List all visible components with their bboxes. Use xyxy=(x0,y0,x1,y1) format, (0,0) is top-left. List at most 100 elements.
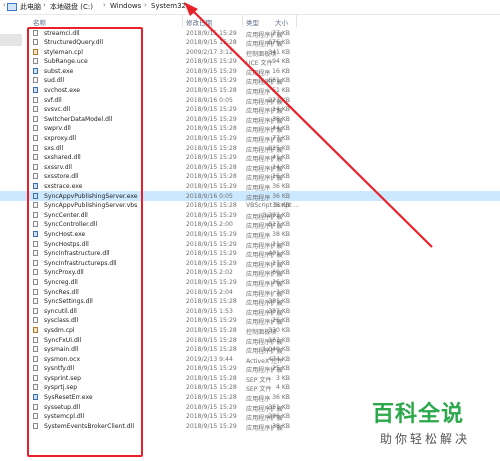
file-row[interactable]: sysdm.cpl 2018/9/15 15:28 控制面板项 330 KB xyxy=(0,325,500,336)
file-size: 94 KB xyxy=(272,58,290,66)
file-row[interactable]: SyncSettings.dll 2018/9/15 15:28 应用程序扩展 381… xyxy=(0,297,500,307)
file-row[interactable]: svf.dll 2018/9/16 0:05 应用程序扩展 223 KB xyxy=(0,95,500,106)
file-name: SyncFxUI.dll xyxy=(44,336,82,344)
file-row[interactable]: sysclass.dll 2018/9/15 15:29 应用程序扩展 26 KB xyxy=(0,316,500,326)
file-row[interactable]: sysmain.dll 2018/9/15 15:28 应用程序扩展 1,040 KB xyxy=(0,345,500,355)
breadcrumb-item-system32[interactable]: System32 xyxy=(151,2,186,10)
file-size: 51 KB xyxy=(272,87,290,95)
file-name: SyncAppvPublishingServer.exe xyxy=(44,192,138,200)
file-row[interactable]: svchost.exe 2018/9/15 15:28 应用程序 51 KB xyxy=(0,86,500,96)
file-row[interactable]: streamci.dll 2018/9/15 15:29 应用程序扩展 27 KB xyxy=(0,28,500,39)
file-date: 2018/9/15 15:29 xyxy=(186,230,237,238)
chevron-right-icon: › xyxy=(144,1,147,9)
file-row[interactable]: SyncProxy.dll 2018/9/15 2:02 应用程序扩展 60 KB xyxy=(0,268,500,278)
file-date: 2018/9/16 0:05 xyxy=(186,192,233,200)
file-row[interactable]: SubRange.uce 2018/9/15 15:29 UCE 文件 94 KB xyxy=(0,57,500,67)
file-date: 2018/9/16 0:05 xyxy=(186,96,233,104)
column-size-header[interactable]: 大小 xyxy=(275,17,288,27)
file-icon xyxy=(33,394,38,401)
file-row[interactable]: SyncCenter.dll 2018/9/15 15:29 应用程序扩展 3,292… xyxy=(0,210,500,221)
file-date: 2018/9/15 15:28 xyxy=(186,125,237,133)
file-row[interactable]: sysmon.ocx 2019/2/13 9:44 ActiveX 控件 474 KB xyxy=(0,354,500,365)
column-type-header[interactable]: 类型 xyxy=(246,17,259,27)
file-date: 2018/9/15 15:29 xyxy=(186,135,237,143)
column-divider[interactable] xyxy=(242,15,243,27)
file-icon xyxy=(33,154,38,161)
file-row[interactable]: sxproxy.dll 2018/9/15 15:29 应用程序扩展 77 KB xyxy=(0,134,500,144)
file-date: 2019/2/13 9:44 xyxy=(186,355,233,363)
file-name: sysmain.dll xyxy=(44,346,79,354)
file-name: SystemEventsBrokerClient.dll xyxy=(44,422,135,430)
file-row[interactable]: sxssrv.dll 2018/9/15 15:28 应用程序扩展 14 KB xyxy=(0,162,500,173)
file-row[interactable]: syncutil.dll 2018/9/15 1:53 应用程序扩展 387 KB xyxy=(0,306,500,317)
file-name: streamci.dll xyxy=(44,29,80,37)
file-row[interactable]: sysntfy.dll 2018/9/15 15:29 应用程序扩展 25 KB xyxy=(0,364,500,374)
file-size: 41 KB xyxy=(272,154,290,162)
file-icon xyxy=(33,259,38,266)
column-date-header[interactable]: 修改日期 xyxy=(186,17,212,27)
file-name: SysResetErr.exe xyxy=(44,394,93,402)
file-icon xyxy=(33,326,38,333)
computer-icon xyxy=(7,3,17,11)
column-divider[interactable] xyxy=(296,15,297,27)
file-icon xyxy=(33,422,38,429)
file-row[interactable]: SyncInfrastructureps.dll 2018/9/15 15:29 应… xyxy=(0,258,500,269)
file-row[interactable]: sud.dll 2018/9/15 15:29 应用程序扩展 661 KB xyxy=(0,76,500,86)
file-row[interactable]: SyncAppvPublishingServer.vbs 2018/9/15 15… xyxy=(0,201,500,211)
file-row[interactable]: sxs.dll 2018/9/15 15:28 应用程序扩展 615 KB xyxy=(0,143,500,154)
file-name: sysdm.cpl xyxy=(44,326,75,334)
file-row[interactable]: SyncRes.dll 2018/9/15 2:04 应用程序扩展 3 KB xyxy=(0,287,500,298)
file-name: sysmon.ocx xyxy=(44,355,81,363)
file-row[interactable]: styleman.cpl 2009/2/17 3:12 控制面板项 341 KB xyxy=(0,47,500,58)
file-row[interactable]: SyncAppvPublishingServer.exe 2018/9/16 0:… xyxy=(0,191,500,202)
column-divider[interactable] xyxy=(182,15,183,27)
file-name: SyncInfrastructureps.dll xyxy=(44,259,117,267)
breadcrumb-item-local-disk[interactable]: 本地磁盘 (C:) xyxy=(50,2,93,12)
file-row[interactable]: sysprint.sep 2018/9/15 15:28 SEP 文件 3 KB xyxy=(0,373,500,384)
file-date: 2018/9/15 15:29 xyxy=(186,67,237,75)
breadcrumb-item-windows[interactable]: Windows xyxy=(110,2,141,10)
file-name: styleman.cpl xyxy=(44,48,83,56)
file-row[interactable]: SyncFxUI.dll 2018/9/15 15:28 应用程序扩展 162 KB xyxy=(0,335,500,346)
file-name: subst.exe xyxy=(44,67,74,75)
file-row[interactable]: sxshared.dll 2018/9/15 15:29 应用程序扩展 41 KB xyxy=(0,153,500,163)
file-size: 38 KB xyxy=(272,115,290,123)
file-icon xyxy=(33,115,38,122)
file-row[interactable]: SysResetErr.exe 2018/9/15 15:28 应用程序 36 KB xyxy=(0,393,500,403)
file-name: SubRange.uce xyxy=(44,58,88,66)
file-size: 11 KB xyxy=(272,240,290,248)
file-name: SyncHostps.dll xyxy=(44,240,89,248)
file-date: 2018/9/15 15:29 xyxy=(186,154,237,162)
file-date: 2018/9/15 15:28 xyxy=(186,346,237,354)
file-date: 2018/9/15 15:28 xyxy=(186,202,237,210)
file-row[interactable]: SyncHost.exe 2018/9/15 15:29 应用程序 38 KB xyxy=(0,229,500,240)
file-row[interactable]: StructuredQuery.dll 2018/9/15 15:28 应用程序扩展… xyxy=(0,38,500,48)
file-size: 60 KB xyxy=(272,269,290,277)
file-name: SyncCenter.dll xyxy=(44,211,88,219)
file-row[interactable]: subst.exe 2018/9/15 15:29 应用程序 16 KB xyxy=(0,66,500,77)
file-date: 2018/9/15 15:29 xyxy=(186,58,237,66)
file-size: 330 KB xyxy=(268,326,290,334)
column-name-header[interactable]: 名称 xyxy=(33,17,46,27)
file-size: 38 KB xyxy=(272,230,290,238)
address-bar[interactable]: › 此电脑 › 本地磁盘 (C:) › Windows › System32 xyxy=(0,0,500,15)
breadcrumb-item-this-pc[interactable]: 此电脑 xyxy=(20,2,41,12)
file-row[interactable]: swprv.dll 2018/9/15 15:28 应用程序扩展 44 KB xyxy=(0,124,500,134)
file-date: 2018/9/15 15:28 xyxy=(186,173,237,181)
file-date: 2018/9/15 15:28 xyxy=(186,163,237,171)
file-row[interactable]: Syncreg.dll 2018/9/15 15:29 应用程序扩展 26 KB xyxy=(0,277,500,288)
file-row[interactable]: sxsstore.dll 2018/9/15 15:28 应用程序扩展 16 KB xyxy=(0,172,500,182)
file-size: 36 KB xyxy=(272,394,290,402)
file-row[interactable]: sxstrace.exe 2018/9/15 15:29 应用程序 36 KB xyxy=(0,182,500,192)
file-date: 2018/9/15 15:29 xyxy=(186,211,237,219)
file-name: svf.dll xyxy=(44,96,62,104)
file-row[interactable]: SyncInfrastructure.dll 2018/9/15 15:29 应用程… xyxy=(0,249,500,259)
file-size: 17 KB xyxy=(272,259,290,267)
file-icon xyxy=(33,307,38,314)
file-row[interactable]: sysprtj.sep 2018/9/15 15:28 SEP 文件 4 KB xyxy=(0,383,500,393)
file-row[interactable]: SyncController.dll 2018/9/15 2:00 应用程序扩展 61… xyxy=(0,220,500,230)
file-row[interactable]: svsvc.dll 2018/9/15 15:29 应用程序扩展 14 KB xyxy=(0,105,500,115)
file-date: 2018/9/15 15:29 xyxy=(186,106,237,114)
file-row[interactable]: SyncHostps.dll 2018/9/15 15:29 应用程序扩展 11 KB xyxy=(0,239,500,250)
file-row[interactable]: SwitcherDataModel.dll 2018/9/15 15:29 应用程序… xyxy=(0,114,500,125)
